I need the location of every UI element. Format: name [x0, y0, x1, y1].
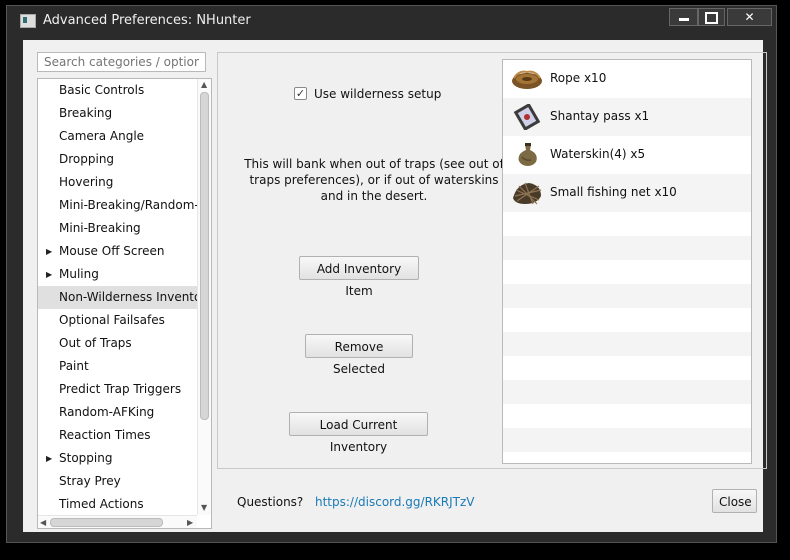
tree-item-label: Predict Trap Triggers [59, 382, 182, 396]
tree-item[interactable]: ▶ Stopping [38, 447, 198, 470]
scroll-right-icon[interactable]: ▶ [187, 518, 193, 527]
tree-item[interactable]: Paint [38, 355, 198, 378]
window-close-button[interactable]: ✕ [727, 8, 772, 26]
wilderness-setup-checkbox[interactable]: ✓ [294, 87, 307, 100]
empty-row [503, 428, 751, 452]
tree-item-label: Stray Prey [59, 474, 121, 488]
tree-item[interactable]: Random-AFKing [38, 401, 198, 424]
tree-vertical-scrollbar[interactable]: ▲ ▼ [197, 79, 211, 515]
load-current-inventory-button[interactable]: Load Current Inventory [289, 412, 428, 454]
title-bar[interactable]: Advanced Preferences: NHunter ✕ [7, 6, 776, 36]
preferences-window: Advanced Preferences: NHunter ✕ Timed Ac… [6, 5, 777, 543]
remove-selected-button[interactable]: Remove Selected [305, 334, 413, 376]
tree-item[interactable]: Basic Controls [38, 79, 198, 102]
scroll-down-icon[interactable]: ▼ [201, 503, 207, 512]
empty-row [503, 212, 751, 236]
tree-item-label: Hovering [59, 175, 114, 189]
empty-row [503, 380, 751, 404]
tree-item[interactable]: ▶ Muling [38, 263, 198, 286]
tree-item-label: Timed Actions [59, 497, 144, 511]
tree-item[interactable]: Timed Actions [38, 493, 198, 516]
questions-label: Questions? [237, 495, 304, 509]
inventory-panel: ✓ Use wilderness setup This will bank wh… [217, 52, 767, 469]
expand-arrow-icon[interactable]: ▶ [46, 447, 52, 470]
tree-item-label: Basic Controls [59, 83, 145, 97]
tree-item[interactable]: ▶ Mouse Off Screen [38, 240, 198, 263]
add-inventory-item-button[interactable]: Add Inventory Item [299, 256, 419, 298]
list-item[interactable]: Shantay pass x1 [503, 98, 751, 136]
tree-item-label: Stopping [59, 451, 113, 465]
empty-row [503, 356, 751, 380]
tree-item-label: Dropping [59, 152, 115, 166]
client-area: Timed Actions Stray Prey ▶ Stopping Reaction… [23, 40, 767, 532]
tree-item[interactable]: Mini-Breaking/Random-AF [38, 194, 198, 217]
tree-item-label: Non-Wilderness Inventory [59, 290, 198, 304]
tree-item-label: Mini-Breaking [59, 221, 141, 235]
tree-item-label: Muling [59, 267, 99, 281]
rope-icon [512, 70, 542, 89]
waterskin-icon [518, 143, 537, 166]
tree-item-label: Optional Failsafes [59, 313, 165, 327]
tree-item[interactable]: Reaction Times [38, 424, 198, 447]
shantay-pass-icon [513, 104, 541, 130]
vertical-scroll-thumb[interactable] [200, 92, 209, 420]
tree-item-label: Mouse Off Screen [59, 244, 165, 258]
empty-row [503, 284, 751, 308]
maximize-icon [705, 12, 718, 24]
tree-item[interactable]: Stray Prey [38, 470, 198, 493]
wilderness-setup-label[interactable]: Use wilderness setup [314, 87, 441, 101]
minimize-icon [678, 18, 689, 21]
tree-item-label: Out of Traps [59, 336, 132, 350]
maximize-button[interactable] [698, 8, 725, 26]
expand-arrow-icon[interactable]: ▶ [46, 263, 52, 286]
minimize-button[interactable] [669, 8, 698, 26]
tree-item[interactable]: Mini-Breaking [38, 217, 198, 240]
search-input[interactable] [37, 52, 206, 72]
empty-row [503, 260, 751, 284]
tree-item-label: Breaking [59, 106, 113, 120]
tree-item[interactable]: Optional Failsafes [38, 309, 198, 332]
category-tree: Timed Actions Stray Prey ▶ Stopping Reaction… [37, 78, 212, 529]
fishing-net-icon [513, 182, 542, 205]
tree-item[interactable]: Breaking [38, 102, 198, 125]
tree-item-label: Mini-Breaking/Random-AF [59, 198, 198, 212]
empty-row [503, 236, 751, 260]
discord-link[interactable]: https://discord.gg/RKRJTzV [315, 495, 475, 509]
scroll-left-icon[interactable]: ◀ [40, 518, 46, 527]
info-text: This will bank when out of traps (see ou… [244, 157, 504, 203]
list-item[interactable]: Rope x10 [503, 60, 751, 98]
tree-item[interactable]: Dropping [38, 148, 198, 171]
tree-item[interactable]: Camera Angle [38, 125, 198, 148]
tree-item-label: Reaction Times [59, 428, 151, 442]
tree-item-label: Random-AFKing [59, 405, 155, 419]
tree-item[interactable]: Non-Wilderness Inventory [38, 286, 198, 309]
empty-row [503, 308, 751, 332]
expand-arrow-icon[interactable]: ▶ [46, 240, 52, 263]
tree-item-label: Paint [59, 359, 89, 373]
list-item[interactable]: Small fishing net x10 [503, 174, 751, 212]
empty-row [503, 332, 751, 356]
scroll-up-icon[interactable]: ▲ [201, 80, 207, 89]
tree-item[interactable]: Out of Traps [38, 332, 198, 355]
tree-item[interactable]: Hovering [38, 171, 198, 194]
app-icon [20, 14, 36, 28]
horizontal-scroll-thumb[interactable] [50, 518, 163, 527]
empty-row [503, 452, 751, 463]
checkmark-icon: ✓ [295, 87, 306, 100]
tree-item-label: Camera Angle [59, 129, 145, 143]
close-icon: ✕ [744, 10, 755, 24]
list-item[interactable]: Waterskin(4) x5 [503, 136, 751, 174]
inventory-list[interactable]: Rope x10 Shantay pass x1 Waterskin(4) x5… [502, 59, 752, 464]
tree-item[interactable]: Predict Trap Triggers [38, 378, 198, 401]
window-title: Advanced Preferences: NHunter [43, 13, 251, 28]
close-button[interactable]: Close [712, 489, 757, 513]
tree-horizontal-scrollbar[interactable]: ◀ ▶ [38, 515, 197, 528]
empty-row [503, 404, 751, 428]
